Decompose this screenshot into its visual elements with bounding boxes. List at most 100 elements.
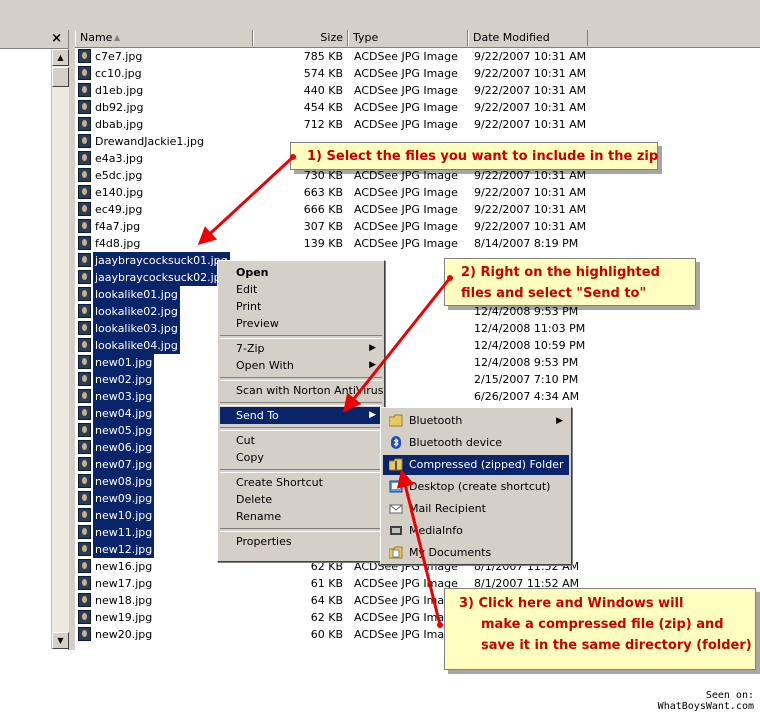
file-name: new06.jpg: [93, 439, 155, 456]
file-row[interactable]: new02.jpg 2/15/2007 7:10 PM: [75, 371, 760, 388]
close-pane-button[interactable]: ×: [51, 31, 62, 46]
file-name: new20.jpg: [95, 628, 153, 641]
file-row[interactable]: new01.jpg 12/4/2008 9:53 PM: [75, 354, 760, 371]
file-name: f4d8.jpg: [95, 237, 141, 250]
folder-pane-scrollbar[interactable]: ▲ ▼: [51, 49, 69, 649]
jpg-file-icon: [78, 304, 91, 318]
file-row[interactable]: lookalike03.jpg 12/4/2008 11:03 PM: [75, 320, 760, 337]
file-name: lookalike03.jpg: [93, 320, 180, 337]
sendto-item-bluetooth-device[interactable]: Bluetooth device: [383, 433, 569, 453]
context-menu: Open Edit Print Preview 7-Zip ▶ Open With ▶ Scan…: [217, 260, 385, 562]
file-row[interactable]: e140.jpg 663 KB ACDSee JPG Image 9/22/2007 …: [75, 184, 760, 201]
scroll-thumb[interactable]: [52, 67, 69, 87]
file-row[interactable]: new03.jpg 6/26/2007 4:34 AM: [75, 388, 760, 405]
zip-folder-icon: [388, 458, 403, 471]
menu-item-label: Preview: [236, 317, 279, 330]
file-type: ACDSee JPG Image: [354, 50, 458, 63]
menu-item-label: Send To: [236, 409, 279, 422]
file-row[interactable]: cc10.jpg 574 KB ACDSee JPG Image 9/22/2007 …: [75, 65, 760, 82]
sendto-item-mail-recipient[interactable]: Mail Recipient: [383, 499, 569, 519]
sendto-item-desktop-create-shortcut[interactable]: Desktop (create shortcut): [383, 477, 569, 497]
sendto-item-label: MediaInfo: [409, 524, 463, 537]
file-name: cc10.jpg: [95, 67, 142, 80]
file-row[interactable]: ec49.jpg 666 KB ACDSee JPG Image 9/22/2007 …: [75, 201, 760, 218]
jpg-file-icon: [78, 576, 91, 590]
jpg-file-icon: [78, 321, 91, 335]
menu-item-copy[interactable]: Copy: [220, 449, 382, 466]
callout-step-2: 2) Right on the highlighted files and se…: [444, 258, 696, 306]
menu-item-properties[interactable]: Properties: [220, 533, 382, 550]
menu-item-label: Open With: [236, 359, 294, 372]
column-header-size[interactable]: Size: [253, 30, 348, 46]
column-name-label: Name: [80, 31, 113, 44]
file-row[interactable]: lookalike04.jpg 12/4/2008 10:59 PM: [75, 337, 760, 354]
menu-separator: [220, 335, 382, 339]
menu-separator: [220, 402, 382, 406]
jpg-file-icon: [78, 610, 91, 624]
column-header-type[interactable]: Type: [348, 30, 468, 46]
sendto-item-mediainfo[interactable]: MediaInfo: [383, 521, 569, 541]
scroll-up-icon[interactable]: ▲: [52, 49, 69, 66]
sendto-item-label: Compressed (zipped) Folder: [409, 458, 564, 471]
file-row[interactable]: db92.jpg 454 KB ACDSee JPG Image 9/22/2007 …: [75, 99, 760, 116]
file-name: new04.jpg: [93, 405, 155, 422]
file-size: 454 KB: [303, 101, 343, 114]
jpg-file-icon: [78, 440, 91, 454]
column-header-date[interactable]: Date Modified: [468, 30, 588, 46]
file-size: 574 KB: [303, 67, 343, 80]
window-top-bar: [0, 0, 760, 30]
file-row[interactable]: c7e7.jpg 785 KB ACDSee JPG Image 9/22/2007 …: [75, 48, 760, 65]
my-documents-icon: [388, 546, 403, 559]
file-name: c7e7.jpg: [95, 50, 143, 63]
file-row[interactable]: dbab.jpg 712 KB ACDSee JPG Image 9/22/2007 …: [75, 116, 760, 133]
file-row[interactable]: f4d8.jpg 139 KB ACDSee JPG Image 8/14/2007 …: [75, 235, 760, 252]
sendto-item-my-documents[interactable]: My Documents: [383, 543, 569, 563]
column-header-name[interactable]: Name ▲: [75, 30, 253, 46]
file-size: 666 KB: [303, 203, 343, 216]
menu-item-open-with[interactable]: Open With ▶: [220, 357, 382, 374]
file-date: 2/15/2007 7:10 PM: [474, 373, 579, 386]
sendto-item-label: My Documents: [409, 546, 492, 559]
menu-item-scan-with-norton-antivirus[interactable]: Scan with Norton AntiVirus: [220, 382, 384, 399]
jpg-file-icon: [78, 627, 91, 641]
scroll-down-icon[interactable]: ▼: [52, 632, 69, 649]
menu-item-delete[interactable]: Delete: [220, 491, 382, 508]
menu-item-label: Rename: [236, 510, 282, 523]
mail-icon: [389, 502, 403, 515]
sendto-item-compressed-zipped-folder[interactable]: Compressed (zipped) Folder: [383, 455, 569, 475]
file-name: jaaybraycocksuck02.jpg: [93, 269, 230, 286]
file-type: ACDSee JPG Image: [354, 84, 458, 97]
jpg-file-icon: [78, 270, 91, 284]
menu-item-edit[interactable]: Edit: [220, 281, 382, 298]
menu-item-cut[interactable]: Cut: [220, 432, 382, 449]
jpg-file-icon: [78, 491, 91, 505]
menu-item-label: Cut: [236, 434, 255, 447]
menu-item-open[interactable]: Open: [220, 264, 382, 281]
column-date-label: Date Modified: [473, 31, 550, 44]
sendto-item-label: Mail Recipient: [409, 502, 486, 515]
file-row[interactable]: f4a7.jpg 307 KB ACDSee JPG Image 9/22/2007 …: [75, 218, 760, 235]
menu-item-label: Copy: [236, 451, 264, 464]
jpg-file-icon: [78, 287, 91, 301]
file-type: ACDSee JPG Image: [354, 203, 458, 216]
sendto-item-bluetooth[interactable]: Bluetooth ▶: [383, 411, 569, 431]
file-name: new16.jpg: [95, 560, 153, 573]
menu-item-print[interactable]: Print: [220, 298, 382, 315]
file-date: 12/4/2008 11:03 PM: [474, 322, 586, 335]
file-row[interactable]: d1eb.jpg 440 KB ACDSee JPG Image 9/22/2007 …: [75, 82, 760, 99]
file-type: ACDSee JPG Image: [354, 101, 458, 114]
menu-item-send-to[interactable]: Send To ▶: [220, 407, 382, 424]
file-name: dbab.jpg: [95, 118, 144, 131]
menu-item-rename[interactable]: Rename: [220, 508, 382, 525]
jpg-file-icon: [78, 168, 91, 182]
menu-item-preview[interactable]: Preview: [220, 315, 382, 332]
menu-item-label: Edit: [236, 283, 258, 296]
menu-item-7-zip[interactable]: 7-Zip ▶: [220, 340, 382, 357]
menu-item-create-shortcut[interactable]: Create Shortcut: [220, 474, 382, 491]
menu-separator: [220, 427, 382, 431]
menu-separator: [220, 528, 382, 532]
file-type: ACDSee JPG Image: [354, 237, 458, 250]
submenu-arrow-icon: ▶: [369, 343, 376, 353]
jpg-file-icon: [78, 253, 91, 267]
watermark-line-1: Seen on:: [705, 690, 754, 701]
